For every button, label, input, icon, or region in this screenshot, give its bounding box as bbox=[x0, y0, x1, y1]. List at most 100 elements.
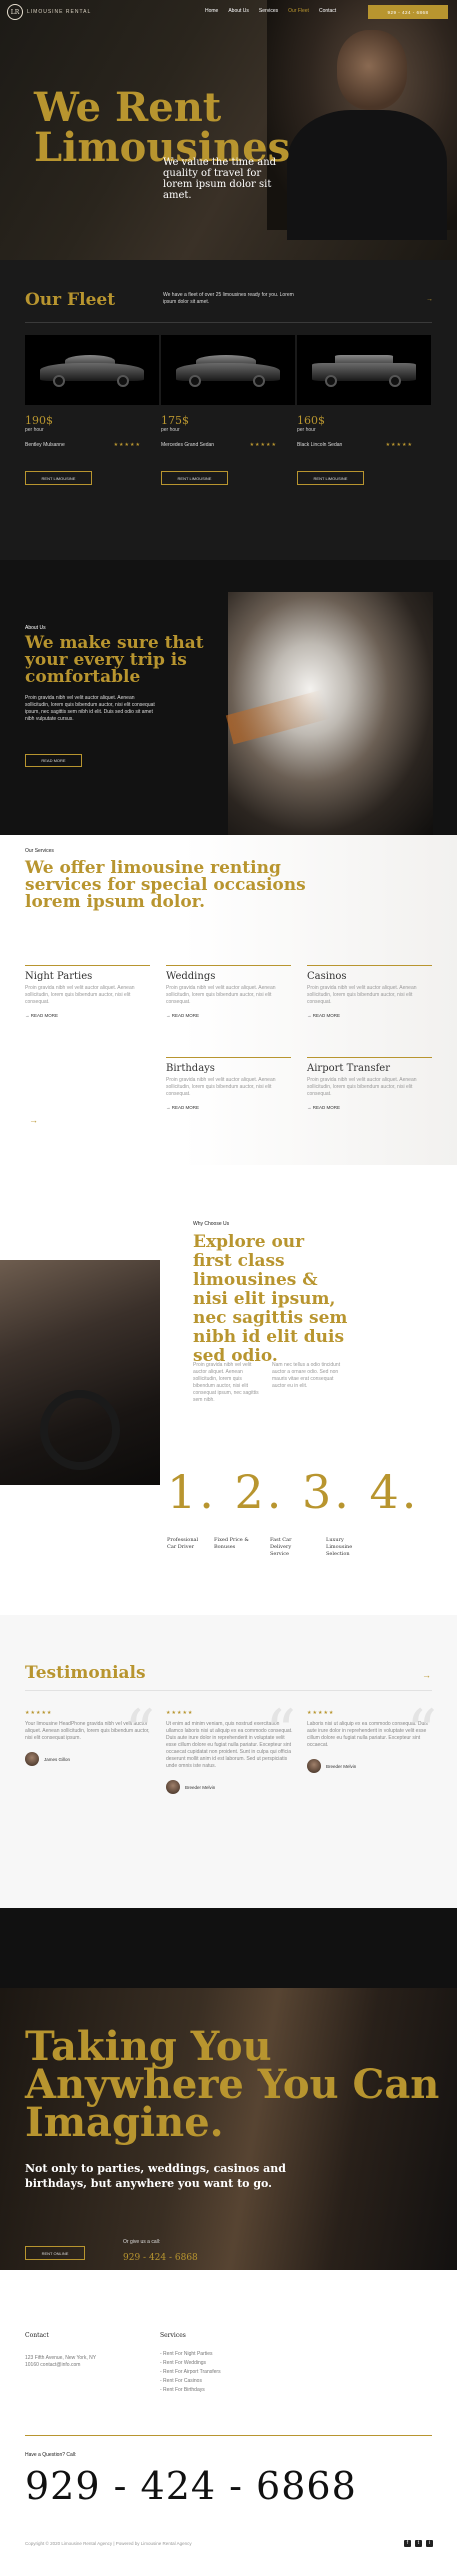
footer-link[interactable]: - Rent For Birthdays bbox=[160, 2386, 221, 2395]
car-card: 160$ per hour Black Lincoln Sedan ★★★★★ R… bbox=[297, 335, 431, 485]
nav-contact[interactable]: Contact bbox=[319, 8, 336, 14]
nav-services[interactable]: Services bbox=[259, 8, 278, 14]
hero-section: LR LIMOUSINE RENTAL Home About Us Servic… bbox=[0, 0, 457, 260]
service-item: Night Parties Proin gravida nibh vel vel… bbox=[25, 965, 150, 1018]
divider bbox=[25, 1690, 432, 1691]
instagram-icon[interactable]: i bbox=[426, 2540, 433, 2547]
cta-title: Taking You Anywhere You Can Imagine. bbox=[25, 2023, 440, 2146]
testimonial-author: Breeder Melvin bbox=[326, 1763, 357, 1769]
footer-contact-heading: Contact bbox=[25, 2332, 49, 2339]
car-price: 190$ bbox=[25, 414, 53, 427]
service-item: Birthdays Proin gravida nibh vel velit a… bbox=[166, 1057, 291, 1110]
service-item: Airport Transfer Proin gravida nibh vel … bbox=[307, 1057, 432, 1110]
hero-title: We Rent Limousines bbox=[34, 84, 291, 171]
quote-icon: “ bbox=[406, 1697, 437, 1767]
section-eyebrow: Why Choose Us bbox=[193, 1221, 230, 1227]
rent-limousine-button[interactable]: RENT LIMOUSINE bbox=[25, 471, 92, 485]
read-more-link[interactable]: → READ MORE bbox=[25, 1013, 150, 1018]
car-image bbox=[161, 335, 295, 405]
rent-online-button[interactable]: RENT ONLINE bbox=[25, 2246, 85, 2260]
header-call-button[interactable]: 929 - 424 - 6868 bbox=[368, 5, 448, 19]
divider bbox=[25, 322, 432, 323]
logo-mark: LR bbox=[7, 4, 23, 20]
nav-about[interactable]: About Us bbox=[228, 8, 249, 14]
feature-label: Fixed Price & Bonuses bbox=[214, 1537, 249, 1550]
services-title: We offer limousine renting services for … bbox=[25, 858, 306, 912]
divider bbox=[25, 2435, 432, 2436]
facebook-icon[interactable]: f bbox=[404, 2540, 411, 2547]
car-image bbox=[297, 335, 431, 405]
services-section: Our Services We offer limousine renting … bbox=[0, 835, 457, 1165]
footer-link[interactable]: - Rent For Casinos bbox=[160, 2377, 221, 2386]
site-footer: Contact 123 Fifth Avenue, New York, NY 1… bbox=[0, 2270, 457, 2560]
why-text: Nam nec tellus a odio tincidunt auctor a… bbox=[272, 1362, 341, 1389]
car-name: Black Lincoln Sedan bbox=[297, 442, 343, 448]
car-name: Bentley Mulsanne bbox=[25, 442, 65, 448]
fleet-description: We have a fleet of over 25 limousines re… bbox=[163, 292, 294, 305]
avatar bbox=[25, 1752, 39, 1766]
about-text: Proin gravida nibh vel velit auctor aliq… bbox=[25, 695, 155, 722]
testimonial-card: “ ★★★★★ Ut enim ad minim veniam, quis no… bbox=[166, 1702, 296, 1794]
service-title: Birthdays bbox=[166, 1063, 215, 1074]
testimonial-card: “ ★★★★★ Your limousine HeadPhone gravida… bbox=[25, 1702, 155, 1766]
services-next-arrow-icon[interactable]: → bbox=[29, 1115, 38, 1125]
cta-subtitle: Not only to parties, weddings, casinos a… bbox=[25, 2162, 286, 2190]
rent-limousine-button[interactable]: RENT LIMOUSINE bbox=[161, 471, 228, 485]
fleet-next-arrow-icon[interactable]: → bbox=[426, 296, 433, 303]
twitter-icon[interactable]: t bbox=[415, 2540, 422, 2547]
site-logo[interactable]: LR LIMOUSINE RENTAL bbox=[7, 4, 91, 20]
car-price: 175$ bbox=[161, 414, 189, 427]
read-more-link[interactable]: → READ MORE bbox=[166, 1013, 291, 1018]
about-title: We make sure that your every trip is com… bbox=[25, 633, 204, 687]
testimonials-next-arrow-icon[interactable]: → bbox=[422, 1670, 431, 1680]
nav-home[interactable]: Home bbox=[205, 8, 218, 14]
cta-section: Taking You Anywhere You Can Imagine. Not… bbox=[0, 1908, 457, 2270]
quote-icon: “ bbox=[124, 1697, 155, 1767]
star-rating-icon: ★★★★★ bbox=[385, 442, 413, 448]
service-title: Night Parties bbox=[25, 971, 93, 982]
car-card: 175$ per hour Mercedes Grand Sedan ★★★★★ … bbox=[161, 335, 295, 485]
service-text: Proin gravida nibh vel velit auctor aliq… bbox=[166, 985, 276, 1005]
read-more-link[interactable]: → READ MORE bbox=[307, 1105, 432, 1110]
service-item: Weddings Proin gravida nibh vel velit au… bbox=[166, 965, 291, 1018]
about-image bbox=[225, 592, 433, 835]
rent-limousine-button[interactable]: RENT LIMOUSINE bbox=[297, 471, 364, 485]
section-eyebrow: About Us bbox=[25, 625, 46, 631]
fleet-section: Our Fleet We have a fleet of over 25 lim… bbox=[0, 260, 457, 560]
testimonials-section: Testimonials → “ ★★★★★ Your limousine He… bbox=[0, 1615, 457, 1908]
main-nav: Home About Us Services Our Fleet Contact bbox=[205, 8, 336, 14]
footer-link[interactable]: - Rent For Airport Transfers bbox=[160, 2368, 221, 2377]
footer-question: Have a Question? Call: bbox=[25, 2452, 77, 2458]
quote-icon: “ bbox=[265, 1697, 296, 1767]
service-text: Proin gravida nibh vel velit auctor aliq… bbox=[307, 1077, 417, 1097]
car-image bbox=[25, 335, 159, 405]
read-more-button[interactable]: READ MORE bbox=[25, 754, 82, 767]
feature-numbers: 1. 2. 3. 4. bbox=[167, 1465, 420, 1519]
car-price: 160$ bbox=[297, 414, 325, 427]
read-more-link[interactable]: → READ MORE bbox=[307, 1013, 432, 1018]
avatar bbox=[307, 1759, 321, 1773]
star-rating-icon: ★★★★★ bbox=[113, 442, 141, 448]
footer-phone[interactable]: 929 - 424 - 6868 bbox=[25, 2464, 357, 2508]
nav-fleet[interactable]: Our Fleet bbox=[288, 8, 309, 14]
why-text: Proin gravida nibh vel velit auctor aliq… bbox=[193, 1362, 259, 1403]
why-section: Why Choose Us Explore our first class li… bbox=[0, 1165, 457, 1615]
call-number-link[interactable]: 929 - 424 - 6868 bbox=[123, 2253, 198, 2263]
why-title: Explore our first class limousines & nis… bbox=[193, 1232, 348, 1366]
footer-address: 123 Fifth Avenue, New York, NY 10160 con… bbox=[25, 2355, 96, 2368]
car-price-unit: per hour bbox=[161, 427, 180, 433]
footer-link[interactable]: - Rent For Night Parties bbox=[160, 2350, 221, 2359]
logo-text: LIMOUSINE RENTAL bbox=[27, 9, 92, 15]
footer-services-list: - Rent For Night Parties - Rent For Wedd… bbox=[160, 2350, 221, 2395]
feature-label: Luxury Limousine Selection bbox=[326, 1537, 353, 1557]
testimonial-author: Breeder Melvin bbox=[185, 1784, 216, 1790]
read-more-link[interactable]: → READ MORE bbox=[166, 1105, 291, 1110]
testimonial-author: James Gillon bbox=[44, 1756, 71, 1762]
service-text: Proin gravida nibh vel velit auctor aliq… bbox=[307, 985, 417, 1005]
fleet-title: Our Fleet bbox=[25, 290, 116, 310]
testimonial-card: “ ★★★★★ Laboris nisi ut aliquip ex ea co… bbox=[307, 1702, 437, 1773]
service-title: Airport Transfer bbox=[307, 1063, 390, 1074]
service-text: Proin gravida nibh vel velit auctor aliq… bbox=[25, 985, 135, 1005]
call-label: Or give us a call: bbox=[123, 2239, 161, 2245]
footer-link[interactable]: - Rent For Weddings bbox=[160, 2359, 221, 2368]
